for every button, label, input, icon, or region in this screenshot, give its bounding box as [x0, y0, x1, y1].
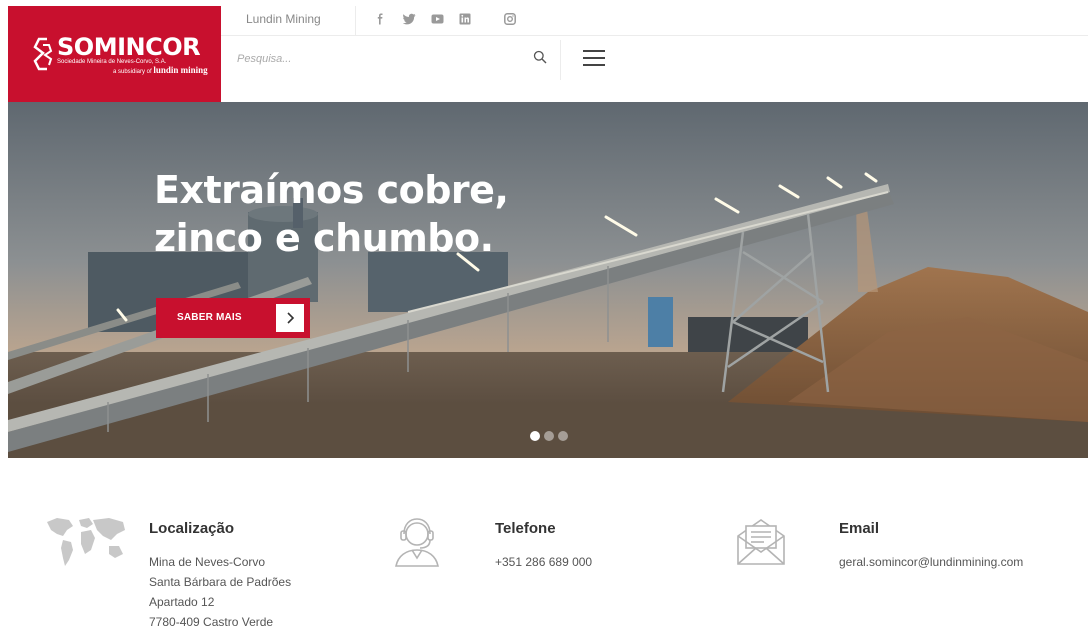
lundin-mining-link[interactable]: Lundin Mining: [246, 12, 321, 26]
linkedin-icon[interactable]: [459, 13, 471, 25]
location-line-1: Mina de Neves-Corvo: [149, 555, 266, 569]
headset-operator-icon: [395, 518, 439, 567]
envelope-icon: [737, 519, 785, 565]
hero-heading-line1: Extraímos cobre,: [154, 168, 509, 212]
logo-subtitle: Sociedade Mineira de Neves-Corvo, S.A.: [57, 59, 167, 65]
site-logo[interactable]: SOMINCOR Sociedade Mineira de Neves-Corv…: [8, 6, 221, 102]
location-heading: Localização: [149, 520, 235, 537]
hero-heading-line2: zinco e chumbo.: [154, 216, 494, 260]
phone-heading: Telefone: [495, 520, 556, 537]
chevron-right-icon: [276, 304, 304, 332]
logo-subsidiary: a subsidiary of lundin mining: [113, 65, 208, 76]
somincor-emblem-icon: [33, 37, 53, 71]
nav-divider: [560, 40, 561, 80]
twitter-icon[interactable]: [403, 13, 416, 25]
hero-slider: Extraímos cobre, zinco e chumbo. SABER M…: [8, 102, 1088, 458]
hero-heading: Extraímos cobre, zinco e chumbo.: [154, 166, 574, 262]
logo-mark-group: SOMINCOR Sociedade Mineira de Neves-Corv…: [33, 35, 208, 80]
location-line-3: Apartado 12: [149, 595, 215, 609]
slide-dot-1[interactable]: [530, 431, 540, 441]
topbar-divider: [355, 6, 356, 36]
slide-dot-3[interactable]: [558, 431, 568, 441]
instagram-icon[interactable]: [504, 13, 516, 25]
world-map-icon: [47, 518, 125, 566]
logo-wordmark: SOMINCOR: [57, 33, 201, 61]
email-heading: Email: [839, 520, 880, 537]
saber-mais-button[interactable]: SABER MAIS: [156, 298, 310, 338]
subsidiary-name: lundin mining: [153, 65, 208, 75]
email-address-link[interactable]: geral.somincor@lundinmining.com: [839, 554, 1023, 570]
phone-number[interactable]: +351 286 689 000: [495, 554, 592, 570]
location-line-4: 7780-409 Castro Verde: [149, 615, 274, 629]
hamburger-menu-icon[interactable]: [583, 50, 605, 68]
search-bar: [221, 36, 561, 84]
saber-mais-label: SABER MAIS: [177, 312, 242, 323]
youtube-icon[interactable]: [431, 13, 444, 25]
facebook-icon[interactable]: [374, 13, 386, 25]
search-icon[interactable]: [533, 50, 547, 64]
slide-dot-2[interactable]: [544, 431, 554, 441]
subsidiary-prefix: a subsidiary of: [113, 69, 152, 75]
search-input[interactable]: [237, 48, 517, 70]
hero-background-image: [8, 102, 1088, 458]
location-line-2: Santa Bárbara de Padrões: [149, 575, 292, 589]
top-bar: Lundin Mining: [221, 6, 1088, 36]
